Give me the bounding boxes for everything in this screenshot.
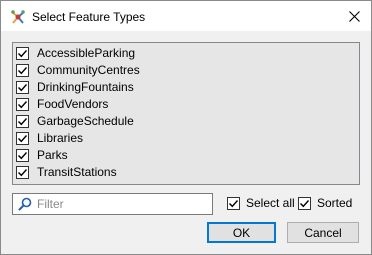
list-item-label: Parks — [37, 148, 68, 162]
checkmark-icon — [18, 84, 28, 92]
cancel-button[interactable]: Cancel — [287, 222, 359, 243]
checkbox[interactable] — [16, 47, 29, 60]
checkbox[interactable] — [16, 115, 29, 128]
close-button[interactable] — [337, 1, 371, 31]
filter-box[interactable] — [12, 193, 213, 215]
checkmark-icon — [18, 67, 28, 75]
title-bar: Select Feature Types — [1, 1, 371, 31]
checkbox[interactable] — [16, 64, 29, 77]
list-item-transitstations[interactable]: TransitStations — [16, 164, 356, 181]
fme-workbench-icon — [10, 9, 26, 25]
checkmark-icon — [229, 200, 239, 208]
sorted-check[interactable] — [298, 197, 311, 210]
list-item-communitycentres[interactable]: CommunityCentres — [16, 62, 356, 79]
list-item-label: DrinkingFountains — [37, 80, 134, 94]
close-icon — [348, 10, 360, 22]
list-item-label: Libraries — [37, 131, 84, 145]
checkmark-icon — [18, 101, 28, 109]
list-item-label: FoodVendors — [37, 97, 109, 111]
dialog-title: Select Feature Types — [32, 10, 146, 24]
list-item-parks[interactable]: Parks — [16, 147, 356, 164]
list-item-libraries[interactable]: Libraries — [16, 130, 356, 147]
checkbox[interactable] — [16, 166, 29, 179]
select-all-label: Select all — [246, 196, 295, 210]
select-feature-types-dialog: Select Feature Types AccessibleParking C… — [0, 0, 372, 255]
sorted-checkbox[interactable]: Sorted — [298, 196, 352, 211]
list-item-accessibleparking[interactable]: AccessibleParking — [16, 45, 356, 62]
filter-input[interactable] — [37, 196, 207, 212]
list-item-foodvendors[interactable]: FoodVendors — [16, 96, 356, 113]
checkmark-icon — [18, 169, 28, 177]
ok-button[interactable]: OK — [207, 222, 276, 243]
feature-type-list[interactable]: AccessibleParking CommunityCentres Drink… — [12, 42, 360, 185]
checkmark-icon — [18, 135, 28, 143]
checkmark-icon — [18, 152, 28, 160]
search-icon — [18, 197, 32, 211]
checkbox[interactable] — [16, 149, 29, 162]
checkmark-icon — [18, 118, 28, 126]
list-item-drinkingfountains[interactable]: DrinkingFountains — [16, 79, 356, 96]
checkmark-icon — [18, 50, 28, 58]
checkbox[interactable] — [16, 81, 29, 94]
list-item-label: AccessibleParking — [37, 46, 136, 60]
checkbox[interactable] — [16, 98, 29, 111]
select-all-checkbox[interactable]: Select all — [227, 196, 295, 211]
checkmark-icon — [300, 200, 310, 208]
sorted-label: Sorted — [317, 196, 353, 210]
select-all-check[interactable] — [227, 197, 240, 210]
list-item-label: CommunityCentres — [37, 63, 140, 77]
checkbox[interactable] — [16, 132, 29, 145]
list-item-label: TransitStations — [37, 165, 117, 179]
list-item-label: GarbageSchedule — [37, 114, 134, 128]
list-item-garbageschedule[interactable]: GarbageSchedule — [16, 113, 356, 130]
